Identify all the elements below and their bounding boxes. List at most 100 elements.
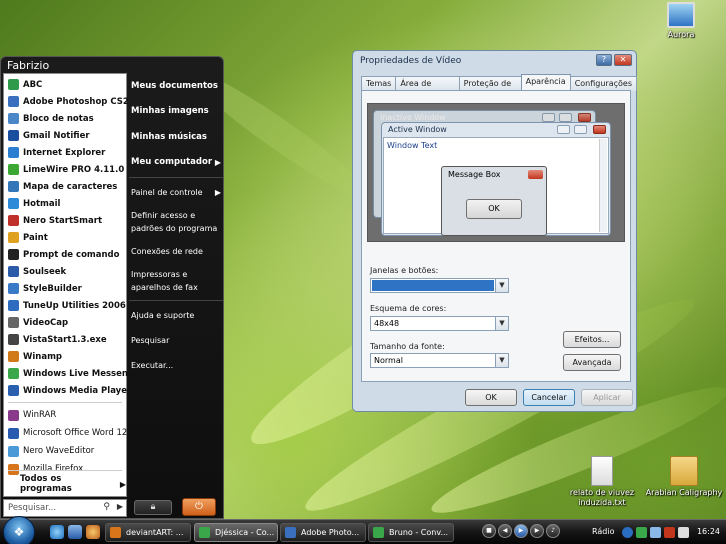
media-player-icon[interactable]: [86, 525, 100, 539]
cancel-button[interactable]: Cancelar: [523, 389, 575, 406]
program-item[interactable]: TuneUp Utilities 2006: [4, 297, 126, 314]
all-programs-label: Todos os programas: [20, 474, 72, 494]
color-scheme-select[interactable]: 48x48 ▼: [370, 316, 509, 331]
power-icon: ⏻: [195, 501, 203, 512]
show-desktop-icon[interactable]: [68, 525, 82, 539]
start-pictures[interactable]: Minhas imagens: [129, 99, 223, 125]
start-defaults[interactable]: Definir acesso e padrões do programa: [129, 205, 223, 239]
start-computer[interactable]: Meu computador ▶: [129, 150, 223, 176]
program-item[interactable]: LimeWire PRO 4.11.0: [4, 161, 126, 178]
taskbar: ❖ deviantART: ... Djéssica - Co... Adobe P…: [0, 516, 726, 544]
program-item[interactable]: Prompt de comando: [4, 246, 126, 263]
tab-temas[interactable]: Temas: [361, 76, 397, 91]
photoshop-icon: [285, 527, 296, 538]
program-item[interactable]: StyleBuilder: [4, 280, 126, 297]
program-label: ABC: [23, 79, 43, 90]
program-item[interactable]: WinRAR: [4, 406, 126, 424]
tab-configura-es[interactable]: Configurações: [569, 76, 637, 91]
green-circle-icon: [8, 79, 19, 90]
program-item[interactable]: Paint: [4, 229, 126, 246]
stop-icon[interactable]: ■: [482, 524, 496, 538]
program-item[interactable]: Mapa de caracteres: [4, 178, 126, 195]
title-bar-buttons: ? ✕: [596, 54, 632, 66]
power-button[interactable]: ⏻: [182, 498, 216, 516]
play-icon[interactable]: ▶: [514, 524, 528, 538]
program-label: Mapa de caracteres: [23, 181, 118, 192]
arrow-right-icon: ▶: [214, 157, 221, 167]
arrow-right-icon: ▶: [119, 479, 126, 489]
help-icon[interactable]: [622, 527, 633, 538]
tab-apar-ncia[interactable]: Aparência: [520, 74, 571, 91]
chevron-down-icon: ▼: [495, 279, 508, 292]
start-button[interactable]: ❖: [3, 516, 35, 544]
volume-icon[interactable]: [678, 527, 689, 538]
effects-button[interactable]: Efeitos...: [563, 331, 621, 348]
desktop-icon-aurora[interactable]: Aurora: [656, 2, 706, 39]
apply-button[interactable]: Aplicar: [581, 389, 633, 406]
messenger-icon: [199, 527, 210, 538]
chevron-down-icon: ▼: [495, 317, 508, 330]
ok-button[interactable]: OK: [465, 389, 517, 406]
lock-button[interactable]: 🔒︎: [134, 500, 172, 515]
nero-wave-icon: [8, 445, 19, 457]
divider: [129, 300, 223, 301]
start-search-box[interactable]: Pesquisar... ⚲ ▶: [3, 499, 127, 517]
start-help[interactable]: Ajuda e suporte: [129, 303, 223, 328]
font-size-label: Tamanho da fonte:: [370, 342, 445, 351]
taskbar-button[interactable]: Djéssica - Co...: [194, 523, 278, 542]
windows-buttons-select[interactable]: ▼: [370, 278, 509, 293]
program-item[interactable]: Nero WaveEditor: [4, 442, 126, 460]
advanced-button[interactable]: Avançada: [563, 354, 621, 371]
desktop-icon-folder[interactable]: Arabian Caligraphy: [642, 456, 726, 497]
help-button[interactable]: ?: [596, 54, 612, 66]
program-item[interactable]: Adobe Photoshop CS2: [4, 93, 129, 110]
volume-icon[interactable]: ♪: [546, 524, 560, 538]
program-item[interactable]: Windows Live Messenger: [4, 365, 144, 382]
taskbar-button[interactable]: Adobe Photo...: [280, 523, 366, 542]
shield-icon[interactable]: [636, 527, 647, 538]
taskbar-button[interactable]: Bruno - Conv...: [368, 523, 454, 542]
program-label: Hotmail: [23, 198, 61, 209]
taskbar-button[interactable]: deviantART: ...: [105, 523, 191, 542]
program-item[interactable]: Hotmail: [4, 195, 126, 212]
program-label: Mozilla Firefox: [23, 464, 84, 474]
start-music[interactable]: Minhas músicas: [129, 124, 223, 150]
program-item[interactable]: VistaStart1.3.exe: [4, 331, 126, 348]
radio-label[interactable]: Rádio: [592, 527, 614, 536]
tab--rea-de-trabalho[interactable]: Área de trabalho: [395, 76, 460, 102]
arrow-right-icon: ▶: [214, 188, 221, 197]
program-item[interactable]: Gmail Notifier: [4, 127, 126, 144]
alert-icon[interactable]: [664, 527, 675, 538]
program-item[interactable]: Bloco de notas: [4, 110, 126, 127]
program-label: Windows Media Player: [23, 385, 132, 396]
preview-ok-button: OK: [466, 199, 522, 219]
program-item[interactable]: Windows Media Player: [4, 382, 131, 399]
start-search[interactable]: Pesquisar: [129, 328, 223, 353]
program-item[interactable]: Soulseek: [4, 263, 126, 280]
program-item[interactable]: Microsoft Office Word 12: [4, 424, 127, 442]
tuneup-icon: [8, 300, 19, 311]
start-control-panel[interactable]: Painel de controle ▶: [129, 180, 223, 205]
network-icon[interactable]: [650, 527, 661, 538]
firefox-icon: [110, 527, 121, 538]
close-button[interactable]: ✕: [614, 54, 632, 66]
program-item[interactable]: ABC: [4, 76, 126, 93]
program-item[interactable]: Winamp: [4, 348, 126, 365]
start-network[interactable]: Conexões de rede: [129, 239, 223, 264]
start-documents[interactable]: Meus documentos: [129, 73, 223, 99]
desktop-icon-file[interactable]: relato de viuvez induzida.txt: [562, 456, 642, 508]
all-programs-button[interactable]: Todos os programas ▶: [4, 474, 126, 494]
start-run[interactable]: Executar...: [129, 353, 223, 378]
previous-icon[interactable]: ◀: [498, 524, 512, 538]
next-icon[interactable]: ▶: [530, 524, 544, 538]
start-printers[interactable]: Impressoras e aparelhos de fax: [129, 264, 223, 298]
clock[interactable]: 16:24: [697, 527, 720, 536]
program-item[interactable]: Nero StartSmart: [4, 212, 126, 229]
gmail-icon: [8, 130, 19, 141]
media-controls: ■ ◀ ▶ ▶ ♪: [482, 524, 560, 538]
tab-prote-o-de-tela[interactable]: Proteção de tela: [458, 76, 522, 102]
font-size-select[interactable]: Normal ▼: [370, 353, 509, 368]
program-item[interactable]: Internet Explorer: [4, 144, 126, 161]
program-item[interactable]: VideoCap: [4, 314, 126, 331]
internet-explorer-icon[interactable]: [50, 525, 64, 539]
